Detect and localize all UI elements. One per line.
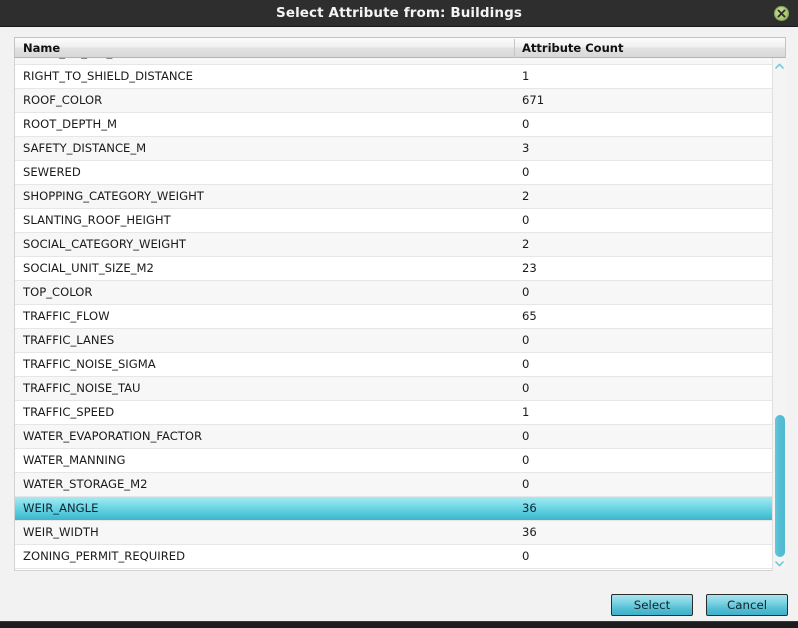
cell-attribute-count: 2 (522, 189, 530, 203)
cell-attribute-count: 0 (522, 213, 530, 227)
cell-attribute-name: RIGHT_TO_SHIELD_DISTANCE (23, 69, 193, 83)
cell-attribute-count: 0 (522, 381, 530, 395)
cell-attribute-name: RIGHT_TO_AIR_DISTANCE (23, 58, 503, 64)
cell-attribute-name: TRAFFIC_SPEED (23, 405, 115, 419)
cell-attribute-name: WATER_STORAGE_M2 (23, 477, 148, 491)
cell-attribute-count: 0 (522, 453, 530, 467)
table-header-row: Name Attribute Count (14, 37, 786, 58)
cell-attribute-count: 0 (522, 333, 530, 347)
table-row[interactable]: SLANTING_ROOF_HEIGHT 0 (15, 209, 785, 233)
cell-attribute-count: 1 (522, 405, 530, 419)
cell-attribute-name: SOCIAL_CATEGORY_WEIGHT (23, 237, 187, 251)
cell-attribute-name: WATER_MANNING (23, 453, 126, 467)
cell-attribute-name: TRAFFIC_LANES (23, 333, 115, 347)
cell-attribute-count: 0 (522, 165, 530, 179)
table-row[interactable]: WEIR_WIDTH 36 (15, 521, 785, 545)
cell-attribute-name: ZONING_PERMIT_REQUIRED (23, 549, 186, 563)
table-row[interactable]: SEWERED 0 (15, 161, 785, 185)
cancel-button[interactable]: Cancel (706, 594, 788, 616)
cell-attribute-name: SAFETY_DISTANCE_M (23, 141, 147, 155)
cell-attribute-name: TRAFFIC_NOISE_SIGMA (23, 357, 156, 371)
dialog-footer: Select Cancel (0, 584, 798, 620)
cell-attribute-count: 3 (522, 141, 530, 155)
table-row[interactable]: TRAFFIC_FLOW 65 (15, 305, 785, 329)
cell-attribute-name: ROOT_DEPTH_M (23, 117, 118, 131)
cell-attribute-count: 23 (522, 261, 537, 275)
table-row[interactable]: ROOF_COLOR 671 (15, 89, 785, 113)
table-row[interactable]: WATER_MANNING 0 (15, 449, 785, 473)
cell-attribute-name: ROOF_COLOR (23, 93, 103, 107)
cell-attribute-count: 36 (522, 501, 537, 515)
column-divider[interactable] (514, 39, 515, 58)
cell-attribute-count: 2 (522, 58, 752, 64)
table-row[interactable]: WEIR_ANGLE 36 (15, 497, 785, 521)
scrollbar-thumb[interactable] (775, 415, 785, 557)
cell-attribute-count: 36 (522, 525, 537, 539)
table-body: RIGHT_TO_AIR_DISTANCE2RIGHT_TO_SHIELD_DI… (14, 58, 786, 571)
cell-attribute-count: 0 (522, 117, 530, 131)
table-row[interactable]: TRAFFIC_NOISE_SIGMA 0 (15, 353, 785, 377)
cell-attribute-name: WEIR_ANGLE (23, 501, 99, 515)
table-row[interactable]: SHOPPING_CATEGORY_WEIGHT 2 (15, 185, 785, 209)
cell-attribute-count: 65 (522, 309, 537, 323)
select-button[interactable]: Select (611, 594, 693, 616)
cell-attribute-count: 0 (522, 549, 530, 563)
page-title: Select Attribute from: Buildings (276, 5, 522, 21)
cell-attribute-name: SHOPPING_CATEGORY_WEIGHT (23, 189, 204, 203)
table-row[interactable]: SOCIAL_CATEGORY_WEIGHT 2 (15, 233, 785, 257)
cell-attribute-name: TOP_COLOR (23, 285, 93, 299)
cell-attribute-name: WATER_EVAPORATION_FACTOR (23, 429, 203, 443)
table-row[interactable]: RIGHT_TO_AIR_DISTANCE 2 (15, 58, 785, 65)
cell-attribute-name: TRAFFIC_FLOW (23, 309, 110, 323)
table-row[interactable]: TRAFFIC_LANES 0 (15, 329, 785, 353)
table-row[interactable]: TRAFFIC_NOISE_TAU 0 (15, 377, 785, 401)
cell-attribute-count: 0 (522, 285, 530, 299)
attribute-table: Name Attribute Count RIGHT_TO_AIR_DISTAN… (14, 37, 786, 572)
table-row[interactable]: TOP_COLOR 0 (15, 281, 785, 305)
vertical-scrollbar[interactable] (772, 58, 786, 571)
cell-attribute-count: 2 (522, 237, 530, 251)
table-row[interactable]: RIGHT_TO_SHIELD_DISTANCE 1 (15, 65, 785, 89)
table-row[interactable]: ROOT_DEPTH_M 0 (15, 113, 785, 137)
table-row[interactable]: WATER_EVAPORATION_FACTOR 0 (15, 425, 785, 449)
table-row[interactable]: TRAFFIC_SPEED 1 (15, 401, 785, 425)
cell-attribute-name: SOCIAL_UNIT_SIZE_M2 (23, 261, 154, 275)
column-header-name[interactable]: Name (23, 38, 503, 58)
chevron-down-icon[interactable] (773, 557, 786, 570)
table-row[interactable]: WATER_STORAGE_M2 0 (15, 473, 785, 497)
table-row[interactable]: ZONING_PERMIT_REQUIRED 0 (15, 545, 785, 569)
cell-attribute-count: 0 (522, 357, 530, 371)
table-row[interactable]: SOCIAL_UNIT_SIZE_M2 23 (15, 257, 785, 281)
cell-attribute-count: 1 (522, 69, 530, 83)
cell-attribute-count: 0 (522, 429, 530, 443)
table-row[interactable]: SAFETY_DISTANCE_M 3 (15, 137, 785, 161)
cell-attribute-name: WEIR_WIDTH (23, 525, 99, 539)
column-header-attribute-count[interactable]: Attribute Count (522, 38, 772, 58)
cell-attribute-count: 671 (522, 93, 545, 107)
cell-attribute-name: TRAFFIC_NOISE_TAU (23, 381, 141, 395)
chevron-up-icon[interactable] (773, 59, 786, 72)
cell-attribute-name: SEWERED (23, 165, 81, 179)
close-icon[interactable] (774, 6, 789, 21)
dialog-title-bar: Select Attribute from: Buildings (0, 0, 798, 27)
cell-attribute-name: SLANTING_ROOF_HEIGHT (23, 213, 171, 227)
cell-attribute-count: 0 (522, 477, 530, 491)
